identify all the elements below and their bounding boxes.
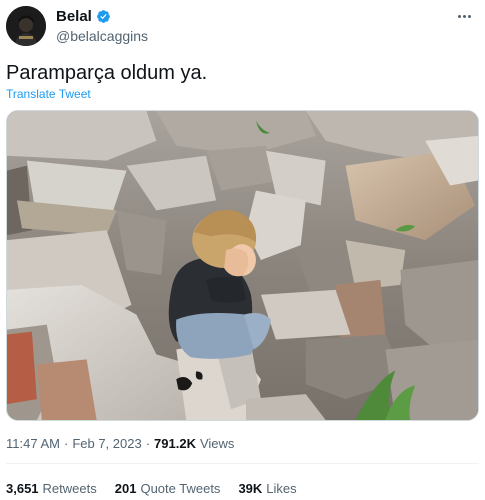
stat-retweets[interactable]: 3,651 Retweets	[6, 481, 97, 496]
tweet-stats: 3,651 Retweets 201 Quote Tweets 39K Like…	[6, 481, 297, 496]
user-info: Belal @belalcaggins	[56, 8, 148, 44]
views-label: Views	[199, 436, 235, 451]
divider	[6, 463, 479, 464]
stat-quote-tweets[interactable]: 201 Quote Tweets	[115, 481, 221, 496]
meta-separator: ·	[145, 436, 151, 451]
more-options-icon[interactable]	[453, 8, 475, 24]
avatar[interactable]	[6, 6, 46, 46]
name-row: Belal	[56, 8, 148, 25]
verified-badge-icon	[96, 9, 111, 24]
user-handle[interactable]: @belalcaggins	[56, 28, 148, 44]
tweet-meta: 11:47 AM · Feb 7, 2023 · 791.2K Views	[6, 436, 234, 451]
display-name[interactable]: Belal	[56, 8, 92, 25]
stat-likes[interactable]: 39K Likes	[238, 481, 296, 496]
tweet-photo[interactable]	[6, 110, 479, 421]
stat-label: Retweets	[42, 481, 97, 496]
translate-tweet-link[interactable]: Translate Tweet	[6, 87, 91, 101]
meta-separator: ·	[63, 436, 69, 451]
tweet-text: Paramparça oldum ya.	[6, 62, 208, 84]
stat-label: Likes	[266, 481, 297, 496]
views-count: 791.2K	[154, 436, 196, 451]
stat-count: 39K	[238, 481, 263, 496]
stat-label: Quote Tweets	[140, 481, 221, 496]
tweet-date[interactable]: Feb 7, 2023	[72, 436, 141, 451]
tweet-card: Belal @belalcaggins Paramparça oldum ya.…	[0, 0, 485, 500]
tweet-time[interactable]: 11:47 AM	[6, 436, 60, 451]
stat-count: 201	[114, 481, 137, 496]
stat-count: 3,651	[6, 481, 39, 496]
